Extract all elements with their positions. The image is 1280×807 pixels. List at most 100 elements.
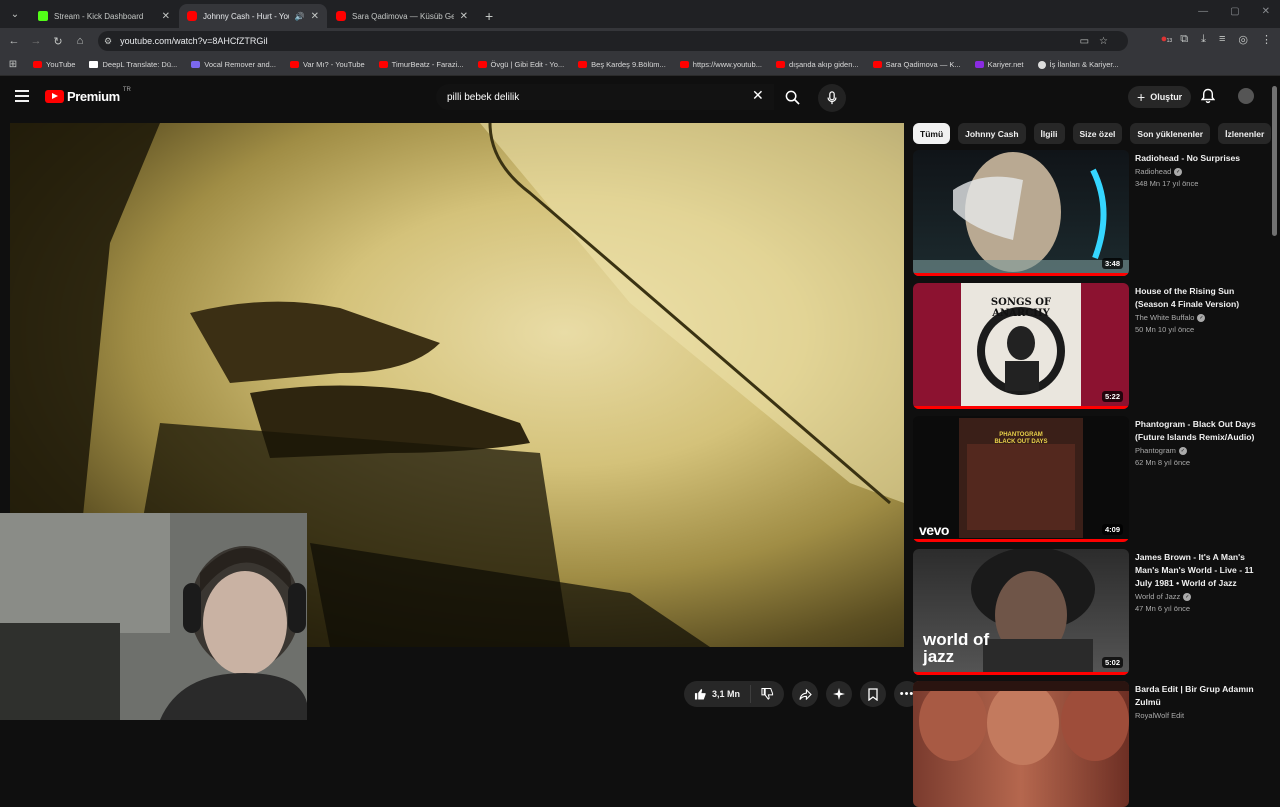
- youtube-icon: [872, 61, 882, 68]
- bookmark-item[interactable]: DeepL Translate: Dü...: [82, 60, 184, 69]
- page-scrollbar[interactable]: [1272, 86, 1277, 236]
- bookmark-item[interactable]: İş İlanları & Kariyer...: [1031, 60, 1126, 69]
- bookmark-star-icon[interactable]: ☆: [1099, 36, 1108, 47]
- chip-all[interactable]: Tümü: [913, 123, 951, 144]
- audio-playing-icon[interactable]: 🔊: [295, 12, 305, 21]
- save-button[interactable]: [860, 681, 887, 707]
- share-button[interactable]: [792, 681, 819, 707]
- channel-row: Phantogram ✓: [1135, 446, 1261, 455]
- channel-name[interactable]: Phantogram: [1135, 446, 1176, 455]
- tab-kick-dashboard[interactable]: Stream - Kick Dashboard ✕: [30, 4, 178, 28]
- channel-name[interactable]: World of Jazz: [1135, 592, 1180, 601]
- tab-johnny-cash-hurt[interactable]: Johnny Cash - Hurt - YouTube 🔊 ✕: [179, 4, 327, 28]
- menu-hamburger-icon[interactable]: [15, 90, 29, 105]
- tab-sara-qadimova[interactable]: Sara Qadimova — Küsüb Getdi ✕: [328, 4, 476, 28]
- plus-icon: +: [1137, 89, 1146, 105]
- chip-for-you[interactable]: Size özel: [1072, 123, 1123, 144]
- bookmark-item[interactable]: https://www.youtub...: [673, 60, 769, 69]
- sparkle-icon: [833, 688, 846, 700]
- bookmark-item[interactable]: Sara Qadimova — K...: [866, 60, 968, 69]
- recommendation-item[interactable]: SONGS OF ANARCHY 5:22 House of the Risin…: [913, 283, 1268, 409]
- minimize-icon[interactable]: —: [1198, 6, 1208, 17]
- bookmark-item[interactable]: YouTube: [26, 60, 82, 69]
- notifications-button[interactable]: [1200, 88, 1216, 109]
- video-title[interactable]: Radiohead - No Surprises: [1135, 152, 1261, 165]
- cast-icon[interactable]: ▭: [1080, 36, 1089, 47]
- chip-watched[interactable]: İzlenenler: [1218, 123, 1272, 144]
- channel-name[interactable]: RoyalWolf Edit: [1135, 711, 1184, 720]
- chip-johnny-cash[interactable]: Johnny Cash: [958, 123, 1026, 144]
- bookmark-item[interactable]: Var Mı? - YouTube: [283, 60, 372, 69]
- video-duration: 3:48: [1101, 258, 1123, 269]
- recommendation-item[interactable]: world of jazz 5:02 James Brown - It's A …: [913, 549, 1268, 675]
- youtube-premium-logo[interactable]: Premium TR: [45, 87, 131, 104]
- recommendation-item[interactable]: Barda Edit | Bir Grup Adamın Zulmü Royal…: [913, 681, 1268, 807]
- apps-grid-icon[interactable]: ⊞: [0, 59, 26, 70]
- ask-ai-button[interactable]: [826, 681, 853, 707]
- video-title[interactable]: Barda Edit | Bir Grup Adamın Zulmü: [1135, 683, 1261, 709]
- chip-related[interactable]: İlgili: [1033, 123, 1065, 144]
- clear-search-icon[interactable]: ✕: [752, 87, 764, 104]
- video-thumbnail[interactable]: 3:48: [913, 150, 1129, 276]
- bookmarks-bar: ⊞ YouTube DeepL Translate: Dü... Vocal R…: [0, 54, 1280, 76]
- bookmark-label: DeepL Translate: Dü...: [102, 60, 178, 69]
- tab-close-icon[interactable]: ✕: [460, 11, 468, 22]
- bookmark-item[interactable]: Vocal Remover and...: [184, 60, 283, 69]
- address-bar[interactable]: ⚙ youtube.com/watch?v=8AHCfZTRGiI ▭ ☆: [98, 31, 1128, 51]
- search-button[interactable]: [776, 84, 808, 110]
- search-input[interactable]: pilli bebek delilik: [436, 84, 774, 110]
- media-controls-icon[interactable]: ≡: [1219, 33, 1225, 46]
- forward-icon[interactable]: →: [25, 35, 47, 47]
- profile-extension-icon[interactable]: ● 13: [1161, 33, 1173, 46]
- downloads-icon[interactable]: ⤓: [1201, 33, 1206, 46]
- close-window-icon[interactable]: ✕: [1262, 6, 1270, 17]
- reload-icon[interactable]: ↻: [47, 35, 69, 48]
- bookmark-label: YouTube: [46, 60, 76, 69]
- bookmark-label: Kariyer.net: [987, 60, 1024, 69]
- tab-close-icon[interactable]: ✕: [311, 11, 319, 22]
- dislike-button[interactable]: [750, 685, 784, 703]
- bookmark-item[interactable]: dışanda akıp giden...: [769, 60, 866, 69]
- voice-search-button[interactable]: [818, 84, 846, 112]
- search-icon: [785, 90, 800, 105]
- watch-progress-bar: [913, 406, 1129, 409]
- video-title[interactable]: Phantogram - Black Out Days (Future Isla…: [1135, 418, 1261, 444]
- bookmark-label: Beş Kardeş 9.Bölüm...: [591, 60, 666, 69]
- video-title[interactable]: House of the Rising Sun (Season 4 Finale…: [1135, 285, 1261, 311]
- back-icon[interactable]: ←: [3, 35, 25, 47]
- globe-icon: [1037, 60, 1046, 69]
- maximize-icon[interactable]: ▢: [1230, 6, 1239, 17]
- share-icon: [798, 688, 812, 700]
- bookmark-item[interactable]: Kariyer.net: [968, 60, 1031, 69]
- new-tab-icon[interactable]: +: [485, 8, 493, 24]
- video-thumbnail[interactable]: world of jazz 5:02: [913, 549, 1129, 675]
- extensions-icon[interactable]: ⧉: [1180, 33, 1188, 46]
- chip-recently-uploaded[interactable]: Son yüklenenler: [1130, 123, 1211, 144]
- bookmark-item[interactable]: Övgü | Gibi Edit - Yo...: [471, 60, 572, 69]
- channel-name[interactable]: Radiohead: [1135, 167, 1171, 176]
- vevo-logo: vevo: [919, 522, 949, 538]
- bookmark-label: Vocal Remover and...: [204, 60, 276, 69]
- bookmark-item[interactable]: TimurBeatz - Farazi...: [372, 60, 471, 69]
- youtube-icon: [578, 61, 588, 68]
- recommendation-item[interactable]: PHANTOGRAM BLACK OUT DAYS vevo 4:09 Phan…: [913, 416, 1268, 542]
- channel-name[interactable]: The White Buffalo: [1135, 313, 1194, 322]
- video-thumbnail[interactable]: SONGS OF ANARCHY 5:22: [913, 283, 1129, 409]
- video-thumbnail[interactable]: [913, 681, 1129, 807]
- recommendation-item[interactable]: 3:48 Radiohead - No Surprises Radiohead ✓…: [913, 150, 1268, 276]
- tab-close-icon[interactable]: ✕: [162, 11, 170, 22]
- home-icon[interactable]: ⌂: [69, 35, 91, 47]
- like-button[interactable]: 3,1 Mn: [684, 681, 750, 707]
- profile-icon[interactable]: ◎: [1238, 33, 1248, 46]
- tab-search-button[interactable]: ⌄: [4, 3, 26, 25]
- menu-icon[interactable]: ⋮: [1261, 33, 1272, 46]
- create-button[interactable]: + Oluştur: [1128, 86, 1192, 108]
- bookmark-item[interactable]: Beş Kardeş 9.Bölüm...: [571, 60, 673, 69]
- vocal-remover-icon: [191, 61, 201, 68]
- site-info-icon[interactable]: ⚙: [104, 36, 112, 47]
- video-thumbnail[interactable]: PHANTOGRAM BLACK OUT DAYS vevo 4:09: [913, 416, 1129, 542]
- video-title[interactable]: James Brown - It's A Man's Man's Man's W…: [1135, 551, 1261, 590]
- video-duration: 4:09: [1101, 524, 1123, 535]
- account-avatar[interactable]: [1238, 88, 1254, 104]
- channel-row: The White Buffalo ✓: [1135, 313, 1261, 322]
